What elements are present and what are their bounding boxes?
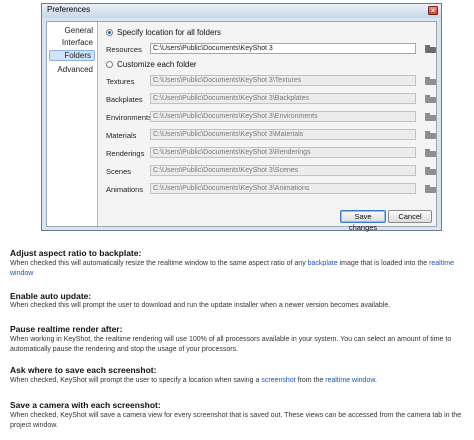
folder-browse-icon[interactable]	[425, 185, 436, 193]
folder-field[interactable]: C:\Users\Public\Documents\KeyShot 3\Envi…	[150, 111, 416, 122]
backplate-link[interactable]: backplate	[308, 260, 338, 267]
section-body: When checked, KeyShot will save a camera…	[10, 412, 462, 429]
section-body: When checked this will automatically res…	[10, 259, 470, 279]
sidebar: General Interface Folders Advanced	[47, 22, 98, 226]
close-icon: ✕	[430, 8, 436, 15]
customize-folder-radio[interactable]	[106, 61, 113, 68]
cancel-button[interactable]: Cancel	[388, 210, 432, 223]
folder-label: Scenes	[106, 167, 132, 176]
section-text: from the	[295, 377, 326, 384]
section-title: Ask where to save each screenshot:	[10, 365, 157, 375]
sidebar-item-interface[interactable]: Interface	[62, 38, 93, 47]
section-title: Save a camera with each screenshot:	[10, 400, 161, 410]
folder-label: Backplates	[106, 95, 143, 104]
section-title: Pause realtime render after:	[10, 324, 123, 334]
section-body: When working in KeyShot, the realtime re…	[10, 336, 452, 353]
dialog-title: Preferences	[47, 5, 91, 14]
section-text: When checked this will automatically res…	[10, 260, 308, 267]
resources-label: Resources	[106, 45, 142, 54]
folder-field[interactable]: C:\Users\Public\Documents\KeyShot 3\Scen…	[150, 165, 416, 176]
customize-folder-label: Customize each folder	[117, 60, 197, 69]
close-button[interactable]: ✕	[428, 6, 438, 15]
folder-field[interactable]: C:\Users\Public\Documents\KeyShot 3\Back…	[150, 93, 416, 104]
folder-browse-icon[interactable]	[425, 131, 436, 139]
folder-browse-icon[interactable]	[425, 149, 436, 157]
sidebar-item-folders[interactable]: Folders	[49, 50, 95, 61]
section-title: Adjust aspect ratio to backplate:	[10, 248, 142, 258]
section-text: image that is loaded into the	[337, 260, 430, 267]
preferences-panel: General Interface Folders Advanced Speci…	[46, 21, 437, 232]
folder-label: Renderings	[106, 149, 145, 158]
folder-field[interactable]: C:\Users\Public\Documents\KeyShot 3\Text…	[150, 75, 416, 86]
specify-location-label: Specify location for all folders	[117, 28, 222, 37]
folder-browse-icon[interactable]	[425, 113, 436, 121]
folder-field[interactable]: C:\Users\Public\Documents\KeyShot 3\Anim…	[150, 183, 416, 194]
section-title: Enable auto update:	[10, 291, 92, 301]
folder-label: Materials	[106, 131, 137, 140]
folder-label: Textures	[106, 77, 135, 86]
save-changes-button[interactable]: Save changes	[340, 210, 386, 232]
folder-browse-icon[interactable]	[425, 45, 436, 53]
folder-browse-icon[interactable]	[425, 167, 436, 175]
folder-browse-icon[interactable]	[425, 77, 436, 85]
section-body: When checked, KeyShot will prompt the us…	[10, 376, 470, 386]
sidebar-item-general[interactable]: General	[65, 26, 93, 35]
realtime-window-link[interactable]: realtime window	[325, 377, 375, 384]
screenshot-link[interactable]: screenshot	[261, 377, 295, 384]
folders-settings: Specify location for all folders Resourc…	[98, 22, 436, 232]
section-text: When checked, KeyShot will prompt the us…	[10, 377, 262, 384]
title-bar[interactable]: Preferences ✕	[42, 4, 441, 18]
specify-location-radio[interactable]	[106, 29, 113, 36]
preferences-dialog: Preferences ✕ General Interface Folders …	[41, 3, 442, 232]
folder-label: Environments	[106, 113, 152, 122]
section-body: When checked this will prompt the user t…	[10, 302, 391, 309]
folder-browse-icon[interactable]	[425, 95, 436, 103]
folder-label: Animations	[106, 185, 144, 194]
resources-field[interactable]: C:\Users\Public\Documents\KeyShot 3	[150, 43, 416, 54]
folder-field[interactable]: C:\Users\Public\Documents\KeyShot 3\Rend…	[150, 147, 416, 158]
section-text: .	[375, 377, 377, 384]
folder-field[interactable]: C:\Users\Public\Documents\KeyShot 3\Mate…	[150, 129, 416, 140]
sidebar-item-advanced[interactable]: Advanced	[57, 65, 93, 74]
